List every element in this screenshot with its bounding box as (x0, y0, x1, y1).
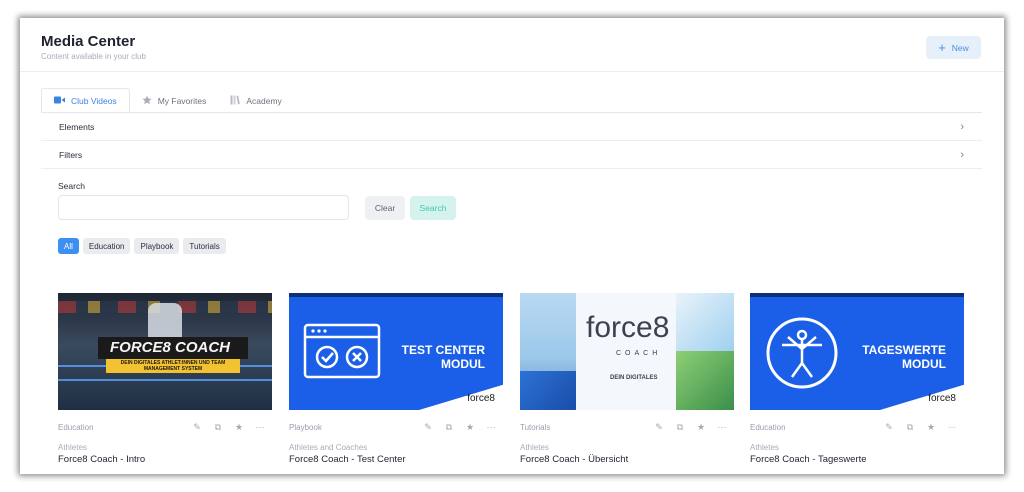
plus-icon: + (938, 40, 946, 55)
copy-icon[interactable]: ⧉ (904, 422, 916, 433)
chip-playbook[interactable]: Playbook (134, 238, 180, 254)
tab-academy[interactable]: Academy (218, 88, 293, 113)
video-category: Tutorials (520, 422, 551, 432)
search-button[interactable]: Search (410, 196, 456, 220)
copy-icon[interactable]: ⧉ (674, 422, 686, 433)
thumbnail-title: FORCE8 COACH (110, 339, 231, 356)
video-thumbnail[interactable]: TEST CENTER MODUL force8 (289, 293, 503, 410)
video-audience: Athletes (520, 443, 549, 452)
video-category: Education (750, 422, 786, 432)
video-title[interactable]: Force8 Coach - Tageswerte (750, 454, 867, 465)
video-card[interactable]: TEST CENTER MODUL force8 Playbook ✎ ⧉ ★ … (289, 293, 503, 465)
edit-icon[interactable]: ✎ (422, 422, 434, 433)
new-button[interactable]: + New (926, 36, 981, 59)
category-filter-chips: All Education Playbook Tutorials (58, 238, 226, 254)
star-icon[interactable]: ★ (695, 422, 707, 433)
chip-education[interactable]: Education (82, 238, 131, 254)
tab-label: My Favorites (157, 95, 207, 106)
star-icon (142, 95, 152, 107)
video-audience: Athletes (58, 443, 87, 452)
more-icon[interactable]: ··· (254, 422, 266, 433)
star-icon[interactable]: ★ (233, 422, 245, 433)
chevron-right-icon: › (960, 120, 964, 133)
browser-check-icon (303, 323, 381, 379)
thumbnail-caption: DEIN DIGITALES (610, 375, 658, 381)
thumbnail-subtitle: DEIN DIGITALES ATHLET:INNEN UND TEAM MAN… (120, 360, 226, 372)
force8-logo: force8 (928, 393, 956, 404)
page-header: Media Center Content available in your c… (20, 18, 1004, 72)
chip-tutorials[interactable]: Tutorials (183, 238, 226, 254)
video-category: Education (58, 422, 94, 432)
video-audience: Athletes (750, 443, 779, 452)
edit-icon[interactable]: ✎ (653, 422, 665, 433)
video-card[interactable]: TAGESWERTE MODUL force8 Education ✎ ⧉ ★ … (750, 293, 964, 465)
accordion-label: Filters (59, 149, 83, 160)
video-category: Playbook (289, 422, 322, 432)
edit-icon[interactable]: ✎ (883, 422, 895, 433)
video-title[interactable]: Force8 Coach - Übersicht (520, 454, 628, 465)
search-input[interactable] (58, 195, 349, 220)
clear-button[interactable]: Clear (365, 196, 405, 220)
video-audience: Athletes and Coaches (289, 443, 368, 452)
star-icon[interactable]: ★ (925, 422, 937, 433)
video-card[interactable]: force8 COACH DEIN DIGITALES Tutorials ✎ … (520, 293, 734, 465)
page-title: Media Center (41, 33, 136, 50)
vitruvian-man-icon (766, 317, 838, 389)
tab-bar: Club Videos My Favorites Academy (41, 88, 294, 113)
video-thumbnail[interactable]: TAGESWERTE MODUL force8 (750, 293, 964, 410)
chevron-right-icon: › (960, 148, 964, 161)
media-center-window: Media Center Content available in your c… (20, 18, 1004, 474)
book-icon (230, 95, 241, 107)
copy-icon[interactable]: ⧉ (212, 422, 224, 433)
copy-icon[interactable]: ⧉ (443, 422, 455, 433)
new-button-label: New (951, 42, 969, 53)
edit-icon[interactable]: ✎ (191, 422, 203, 433)
video-title[interactable]: Force8 Coach - Test Center (289, 454, 406, 465)
video-thumbnail[interactable]: force8 COACH DEIN DIGITALES (520, 293, 734, 410)
tab-label: Academy (246, 95, 282, 106)
accordion-elements[interactable]: Elements › (41, 113, 982, 141)
more-icon[interactable]: ··· (946, 422, 958, 433)
force8-logo: force8 (467, 393, 495, 404)
chip-all[interactable]: All (58, 238, 79, 254)
video-camera-icon (54, 96, 65, 106)
accordion-filters[interactable]: Filters › (41, 141, 982, 169)
accordion-label: Elements (59, 121, 95, 132)
video-title[interactable]: Force8 Coach - Intro (58, 454, 145, 465)
page-subtitle: Content available in your club (41, 52, 146, 61)
tab-club-videos[interactable]: Club Videos (41, 88, 130, 113)
video-card[interactable]: FORCE8 COACH DEIN DIGITALES ATHLET:INNEN… (58, 293, 272, 465)
search-label: Search (58, 181, 85, 191)
thumbnail-logo: force8 (586, 311, 670, 344)
more-icon[interactable]: ··· (485, 422, 497, 433)
more-icon[interactable]: ··· (716, 422, 728, 433)
thumbnail-title: TEST CENTER MODUL (401, 343, 485, 371)
thumbnail-subtitle: COACH (616, 350, 662, 357)
video-thumbnail[interactable]: FORCE8 COACH DEIN DIGITALES ATHLET:INNEN… (58, 293, 272, 410)
tab-my-favorites[interactable]: My Favorites (130, 88, 219, 113)
thumbnail-title: TAGESWERTE MODUL (862, 343, 946, 371)
star-icon[interactable]: ★ (464, 422, 476, 433)
tab-label: Club Videos (71, 95, 117, 106)
